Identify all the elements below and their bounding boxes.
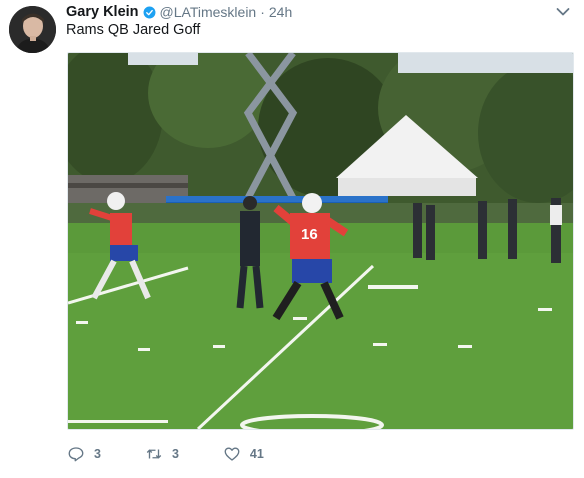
reply-icon: [68, 447, 84, 462]
tweet-header: Gary Klein @LATimesklein · 24h: [66, 3, 292, 21]
author-name[interactable]: Gary Klein: [66, 4, 139, 20]
verified-badge-icon: [143, 6, 155, 18]
football-field-photo: 16: [68, 53, 573, 429]
like-count: 41: [249, 447, 264, 461]
tweet-text: Rams QB Jared Goff: [66, 22, 201, 38]
timestamp[interactable]: 24h: [269, 4, 292, 20]
heart-icon: [224, 447, 240, 461]
like-button[interactable]: 41: [223, 445, 264, 463]
jersey-number: 16: [301, 226, 318, 243]
separator-dot: ·: [260, 4, 265, 20]
tweet-card[interactable]: Gary Klein @LATimesklein · 24h Rams QB J…: [0, 0, 584, 478]
chevron-down-icon[interactable]: [556, 7, 570, 17]
retweet-icon: [146, 449, 162, 459]
reply-count: 3: [94, 447, 101, 461]
tweet-actions: 3 3 41: [67, 444, 308, 464]
author-handle[interactable]: @LATimesklein: [160, 4, 257, 20]
avatar-image: [9, 6, 56, 53]
reply-button[interactable]: 3: [67, 445, 101, 463]
author-avatar[interactable]: [9, 6, 56, 53]
retweet-button[interactable]: 3: [145, 445, 179, 463]
retweet-count: 3: [171, 447, 179, 461]
tweet-photo[interactable]: 16: [67, 52, 574, 430]
